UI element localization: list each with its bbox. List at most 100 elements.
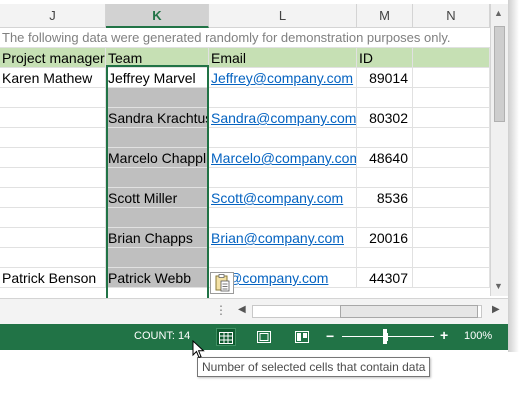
- project-manager-cell[interactable]: [0, 108, 106, 127]
- team-cell[interactable]: [106, 208, 209, 227]
- project-manager-cell[interactable]: [0, 248, 106, 267]
- email-cell[interactable]: Scott@company.com: [209, 188, 357, 207]
- zoom-out-button[interactable]: −: [326, 328, 334, 344]
- excel-window: J K L M N The following data were genera…: [0, 0, 519, 393]
- project-manager-cell[interactable]: [0, 128, 106, 147]
- team-cell[interactable]: Sandra Krachtus: [106, 108, 209, 127]
- horizontal-scroll-thumb[interactable]: [340, 305, 478, 318]
- team-cell[interactable]: [106, 88, 209, 107]
- vertical-scrollbar[interactable]: ▲ ▼: [490, 4, 508, 296]
- empty-cell[interactable]: [413, 168, 490, 187]
- team-cell[interactable]: Marcelo Chappl: [106, 148, 209, 167]
- zoom-slider-track[interactable]: [342, 336, 434, 337]
- project-manager-cell[interactable]: [0, 208, 106, 227]
- empty-cell[interactable]: [413, 68, 490, 87]
- team-cell[interactable]: Scott Miller: [106, 188, 209, 207]
- id-cell[interactable]: 89014: [357, 68, 413, 87]
- header-project-manager[interactable]: Project manager: [0, 48, 106, 67]
- id-cell[interactable]: 8536: [357, 188, 413, 207]
- worksheet-grid: The following data were generated random…: [0, 28, 490, 298]
- email-cell[interactable]: [209, 128, 357, 147]
- empty-cell[interactable]: [413, 148, 490, 167]
- project-manager-cell[interactable]: [0, 168, 106, 187]
- empty-cell[interactable]: [413, 128, 490, 147]
- email-cell[interactable]: Sandra@company.com: [209, 108, 357, 127]
- zoom-center-mark: [387, 333, 388, 341]
- scroll-right-arrow-icon[interactable]: ▶: [492, 304, 500, 315]
- zoom-in-button[interactable]: +: [440, 327, 448, 343]
- vertical-scroll-thumb[interactable]: [494, 26, 505, 122]
- id-cell[interactable]: 20016: [357, 228, 413, 247]
- empty-cell[interactable]: [413, 228, 490, 247]
- note-cell[interactable]: The following data were generated random…: [0, 28, 490, 47]
- team-cell[interactable]: [106, 248, 209, 267]
- page-break-icon: [295, 331, 309, 343]
- team-cell[interactable]: Patrick Webb: [106, 268, 209, 287]
- note-row: The following data were generated random…: [0, 28, 490, 48]
- id-cell[interactable]: [357, 248, 413, 267]
- id-cell[interactable]: 80302: [357, 108, 413, 127]
- id-cell[interactable]: [357, 88, 413, 107]
- paste-options-button[interactable]: [210, 272, 234, 294]
- id-cell[interactable]: [357, 208, 413, 227]
- scroll-up-arrow-icon[interactable]: ▲: [494, 8, 503, 18]
- page-break-view-button[interactable]: [292, 328, 312, 346]
- email-cell[interactable]: Brian@company.com: [209, 228, 357, 247]
- table-row: Brian Chapps Brian@company.com 20016: [0, 228, 490, 248]
- project-manager-cell[interactable]: [0, 148, 106, 167]
- count-indicator[interactable]: COUNT: 14: [134, 330, 190, 342]
- email-cell[interactable]: Marcelo@company.com: [209, 148, 357, 167]
- column-header-k[interactable]: K: [106, 4, 209, 28]
- clipboard-icon: [215, 274, 230, 292]
- header-empty[interactable]: [413, 48, 490, 67]
- team-cell[interactable]: [106, 168, 209, 187]
- project-manager-cell[interactable]: [0, 88, 106, 107]
- empty-cell[interactable]: [413, 188, 490, 207]
- team-cell[interactable]: Jeffrey Marvel: [106, 68, 209, 87]
- id-cell[interactable]: [357, 128, 413, 147]
- header-id[interactable]: ID: [357, 48, 413, 67]
- empty-cell[interactable]: [413, 268, 490, 287]
- project-manager-cell[interactable]: [0, 228, 106, 247]
- zoom-level[interactable]: 100%: [464, 330, 492, 342]
- project-manager-cell[interactable]: Patrick Benson: [0, 268, 106, 287]
- column-header-n[interactable]: N: [413, 4, 490, 28]
- team-cell[interactable]: [106, 128, 209, 147]
- page-layout-view-button[interactable]: [254, 328, 274, 346]
- window-edge-shadow: [508, 0, 519, 352]
- scroll-left-arrow-icon[interactable]: ◀: [238, 304, 246, 315]
- split-handle-icon[interactable]: ⋮: [215, 303, 227, 317]
- header-team[interactable]: Team: [106, 48, 209, 67]
- table-row: [0, 88, 490, 108]
- team-cell[interactable]: Brian Chapps: [106, 228, 209, 247]
- column-header-j[interactable]: J: [0, 4, 106, 28]
- table-row: Karen Mathew Jeffrey Marvel Jeffrey@compan…: [0, 68, 490, 88]
- scroll-down-arrow-icon[interactable]: ▼: [494, 281, 503, 291]
- table-row: Sandra Krachtus Sandra@company.com 80302: [0, 108, 490, 128]
- empty-cell[interactable]: [413, 108, 490, 127]
- id-cell[interactable]: [357, 168, 413, 187]
- email-cell[interactable]: [209, 168, 357, 187]
- column-header-row: J K L M N: [0, 4, 490, 28]
- column-header-l[interactable]: L: [209, 4, 357, 28]
- status-tooltip: Number of selected cells that contain da…: [197, 357, 431, 377]
- empty-cell[interactable]: [413, 248, 490, 267]
- project-manager-cell[interactable]: Karen Mathew: [0, 68, 106, 87]
- email-cell[interactable]: [209, 208, 357, 227]
- table-row: [0, 128, 490, 148]
- email-cell[interactable]: [209, 88, 357, 107]
- email-cell[interactable]: Jeffrey@company.com: [209, 68, 357, 87]
- header-email[interactable]: Email: [209, 48, 357, 67]
- normal-view-button[interactable]: [216, 328, 236, 346]
- empty-cell[interactable]: [413, 208, 490, 227]
- empty-cell[interactable]: [413, 88, 490, 107]
- header-row: Project manager Team Email ID: [0, 48, 490, 68]
- id-cell[interactable]: 48640: [357, 148, 413, 167]
- email-cell[interactable]: [209, 248, 357, 267]
- zoom-slider-thumb[interactable]: [383, 329, 387, 344]
- table-row: Patrick Benson Patrick Webb ick@company.co…: [0, 268, 490, 288]
- column-header-m[interactable]: M: [357, 4, 413, 28]
- project-manager-cell[interactable]: [0, 188, 106, 207]
- page-layout-icon: [257, 331, 271, 343]
- id-cell[interactable]: 44307: [357, 268, 413, 287]
